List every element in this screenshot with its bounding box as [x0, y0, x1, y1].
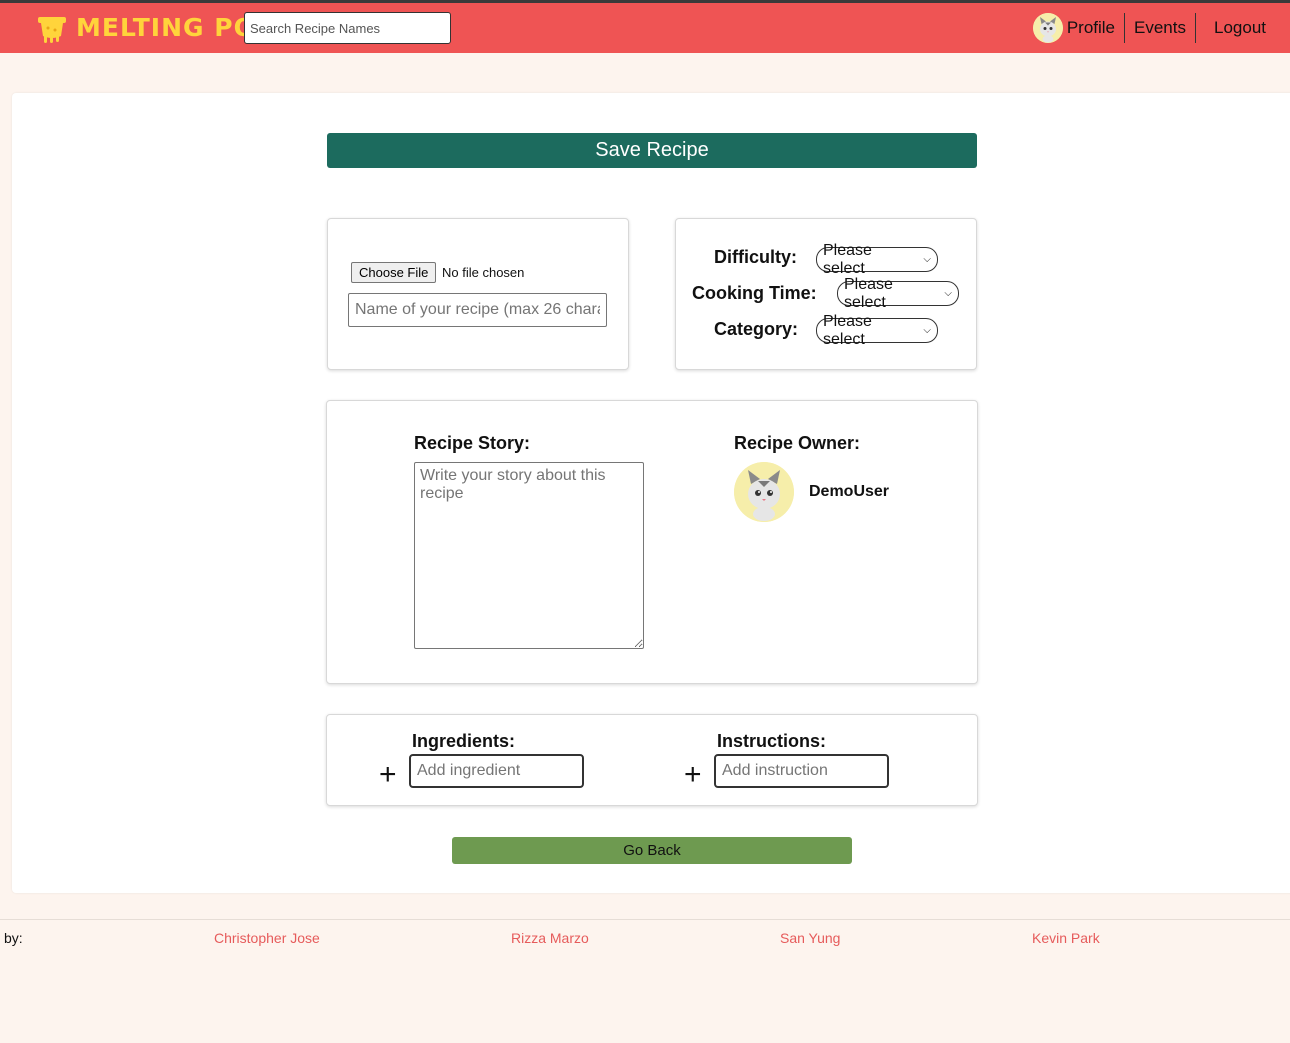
navbar: MELTING POT Profile Events Logout: [0, 0, 1290, 53]
footer-author-link[interactable]: San Yung: [780, 930, 840, 946]
ingredient-input[interactable]: [409, 754, 584, 788]
story-owner-panel: Recipe Story: Recipe Owner: DemoUser: [326, 400, 978, 684]
options-panel: Difficulty: Please select ⌵ Cooking Time…: [675, 218, 977, 370]
recipe-story-input[interactable]: [414, 462, 644, 649]
category-select-value: Please select: [823, 312, 872, 348]
footer-author-link[interactable]: Kevin Park: [1032, 930, 1100, 946]
recipe-name-input[interactable]: [348, 293, 607, 327]
chevron-down-icon: ⌵: [923, 254, 931, 265]
nav-events-link[interactable]: Events: [1134, 18, 1186, 38]
instructions-label: Instructions:: [717, 731, 827, 751]
recipe-owner-label: Recipe Owner:: [734, 433, 861, 453]
cat-avatar-icon: [1032, 13, 1063, 43]
category-label: Category:: [714, 319, 799, 339]
chevron-down-icon: ⌵: [923, 325, 931, 336]
save-recipe-button[interactable]: Save Recipe: [327, 133, 977, 168]
instruction-input[interactable]: [714, 754, 889, 788]
choose-file-button[interactable]: Choose File: [351, 262, 437, 283]
add-ingredient-icon[interactable]: +: [379, 760, 397, 790]
difficulty-label: Difficulty:: [714, 247, 797, 267]
image-name-panel: Choose File No file chosen: [327, 218, 629, 370]
nav-logout-link[interactable]: Logout: [1214, 18, 1266, 38]
cat-avatar-icon: [734, 462, 794, 522]
file-status: No file chosen: [442, 265, 525, 280]
nav-divider: [1124, 13, 1126, 43]
logo[interactable]: MELTING POT: [36, 12, 274, 44]
owner-name: DemoUser: [809, 483, 890, 500]
footer-author-link[interactable]: Christopher Jose: [214, 930, 320, 946]
go-back-button[interactable]: Go Back: [452, 837, 852, 864]
footer-divider: [0, 919, 1290, 920]
difficulty-select[interactable]: Please select ⌵: [816, 242, 938, 277]
ingredients-label: Ingredients:: [412, 731, 516, 751]
nav-divider: [1195, 13, 1196, 43]
ingredients-instructions-panel: Ingredients: + Instructions: +: [326, 714, 978, 806]
cooking-time-select[interactable]: Please select ⌵: [837, 276, 959, 311]
search-input[interactable]: [244, 12, 451, 44]
recipe-story-label: Recipe Story:: [414, 433, 531, 453]
chevron-down-icon: ⌵: [944, 288, 952, 299]
nav-links: Profile Events Logout: [1032, 3, 1290, 53]
difficulty-select-value: Please select: [823, 241, 872, 277]
melting-pot-icon: [38, 17, 66, 43]
nav-profile-link[interactable]: Profile: [1067, 18, 1115, 38]
cooking-time-select-value: Please select: [844, 275, 893, 311]
owner-avatar: [734, 462, 794, 522]
footer-author-link[interactable]: Rizza Marzo: [511, 930, 589, 946]
cooking-time-label: Cooking Time:: [692, 283, 817, 303]
category-select[interactable]: Please select ⌵: [816, 313, 938, 348]
add-instruction-icon[interactable]: +: [684, 760, 702, 790]
profile-avatar[interactable]: [1032, 13, 1063, 43]
footer-by-label: by:: [4, 930, 23, 946]
